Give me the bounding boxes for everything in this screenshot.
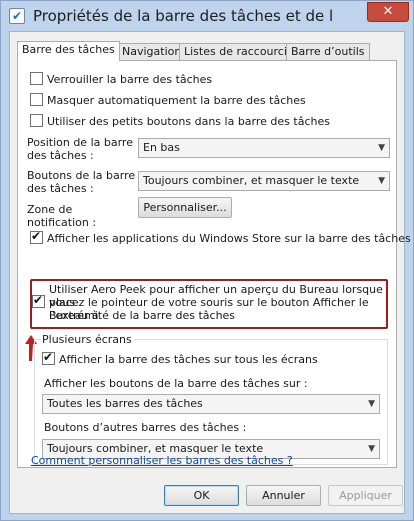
multi-screen-title: Plusieurs écrans [40,333,134,346]
apply-button[interactable]: Appliquer [328,485,403,506]
window-title: Propriétés de la barre des tâches et de … [33,7,333,25]
show-all-screens-checkbox[interactable] [42,350,55,365]
ok-button[interactable]: OK [164,485,239,506]
position-select-value: En bas [143,141,180,154]
store-apps-checkbox[interactable] [30,229,43,244]
chevron-down-icon: ▼ [368,399,375,409]
show-buttons-on-value: Toutes les barres des tâches [47,397,203,410]
position-label: Position de la barre des tâches : [27,136,133,162]
show-all-screens-option[interactable]: Afficher la barre des tâches sur tous le… [42,350,318,366]
chevron-down-icon: ▼ [378,176,385,186]
tab-navigation[interactable]: Navigation [117,43,187,60]
lock-taskbar-option[interactable]: Verrouiller la barre des tâches [30,72,212,86]
autohide-checkbox[interactable] [30,93,43,106]
checkbox-app-icon: ✔ [9,8,25,24]
small-buttons-checkbox[interactable] [30,114,43,127]
aero-peek-line-3: l’extrémité de la barre des tâches [49,309,236,322]
small-buttons-option[interactable]: Utiliser des petits boutons dans la barr… [30,114,330,128]
autohide-label: Masquer automatiquement la barre des tâc… [47,94,306,107]
lock-taskbar-checkbox[interactable] [30,72,43,85]
buttons-select[interactable]: Toujours combiner, et masquer le texte ▼ [138,171,390,191]
lock-taskbar-label: Verrouiller la barre des tâches [47,73,213,86]
store-apps-option[interactable]: Afficher les applications du Windows Sto… [30,229,411,245]
show-buttons-on-select[interactable]: Toutes les barres des tâches ▼ [42,394,380,414]
chevron-down-icon: ▼ [378,143,385,153]
dialog-client-area: Barre des tâches Navigation Listes de ra… [9,31,411,514]
tab-taskbar[interactable]: Barre des tâches [17,41,120,61]
aero-peek-checkbox[interactable] [32,293,45,308]
taskbar-tab-panel: Verrouiller la barre des tâches Masquer … [17,60,411,468]
tab-toolbars[interactable]: Barre d’outils [286,43,370,60]
cancel-button[interactable]: Annuler [246,485,321,506]
taskbar-properties-window: ✔ Propriétés de la barre des tâches et d… [0,0,414,521]
buttons-select-value: Toujours combiner, et masquer le texte [143,174,360,187]
title-bar[interactable]: ✔ Propriétés de la barre des tâches et d… [1,1,413,31]
chevron-down-icon: ▼ [368,444,375,454]
notification-area-label: Zone de notification : [27,203,97,227]
show-buttons-on-label: Afficher les boutons de la barre des tâc… [44,377,308,390]
close-button[interactable]: ✕ [367,2,409,22]
tab-jump-lists[interactable]: Listes de raccourcis [179,43,298,60]
help-link[interactable]: Comment personnaliser les barres des tâc… [31,454,293,467]
autohide-option[interactable]: Masquer automatiquement la barre des tâc… [30,93,306,107]
other-buttons-label: Boutons d’autres barres des tâches : [44,421,247,434]
store-apps-label: Afficher les applications du Windows Sto… [47,232,411,245]
customize-button[interactable]: Personnaliser... [138,197,232,218]
position-select[interactable]: En bas ▼ [138,138,390,158]
small-buttons-label: Utiliser des petits boutons dans la barr… [47,115,330,128]
buttons-label: Boutons de la barre des tâches : [27,169,136,195]
show-all-screens-label: Afficher la barre des tâches sur tous le… [59,353,318,366]
